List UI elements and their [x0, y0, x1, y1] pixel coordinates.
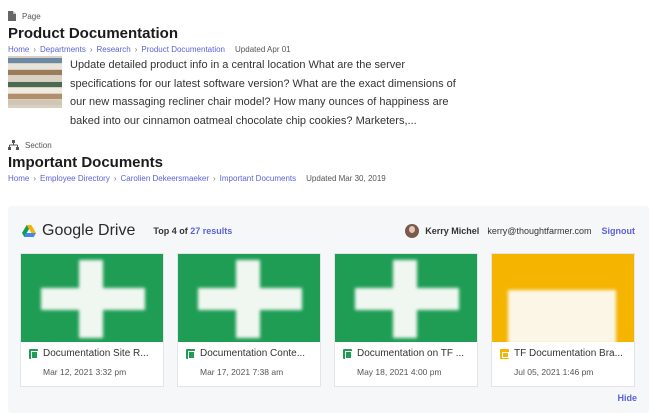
result-type: Section: [8, 139, 386, 151]
page-title[interactable]: Product Documentation: [8, 25, 291, 43]
page-result: Page Product Documentation Home › Depart…: [8, 10, 291, 54]
file-date: Jul 05, 2021 1:46 pm: [514, 367, 594, 377]
user-name: Kerry Michel: [425, 226, 480, 236]
file-preview: [178, 254, 320, 342]
file-date: May 18, 2021 4:00 pm: [357, 367, 442, 377]
page-excerpt: Update detailed product info in a centra…: [70, 59, 456, 127]
result-type-label: Page: [22, 11, 41, 21]
breadcrumb-separator-icon: ›: [212, 174, 216, 183]
section-hierarchy-icon: [8, 140, 19, 150]
presentation-icon: [500, 348, 509, 359]
page-icon: [8, 11, 16, 21]
updated-date: Updated Mar 30, 2019: [306, 174, 386, 183]
file-name-row: TF Documentation Bra...: [500, 348, 630, 359]
file-name[interactable]: Documentation Conte...: [200, 348, 305, 359]
google-drive-title: Google Drive: [42, 222, 136, 239]
file-name-row: Documentation Site R...: [29, 348, 159, 359]
drive-file-card[interactable]: TF Documentation Bra... Jul 05, 2021 1:4…: [491, 253, 635, 387]
drive-file-list: Documentation Site R... Mar 12, 2021 3:3…: [20, 253, 635, 387]
google-drive-header: Google Drive Top 4 of 27 results Kerry M…: [22, 220, 635, 242]
breadcrumb-home[interactable]: Home: [8, 174, 29, 183]
breadcrumb-product-documentation[interactable]: Product Documentation: [141, 45, 225, 54]
user-account: Kerry Michel kerry@thoughtfarmer.com Sig…: [405, 224, 635, 238]
signout-link[interactable]: Signout: [602, 226, 636, 236]
spreadsheet-icon: [186, 348, 195, 359]
google-drive-icon: [22, 225, 36, 237]
user-email: kerry@thoughtfarmer.com: [487, 226, 592, 236]
updated-date: Updated Apr 01: [235, 45, 291, 54]
page-thumbnail: [8, 56, 62, 108]
google-drive-panel: Google Drive Top 4 of 27 results Kerry M…: [8, 206, 649, 413]
breadcrumb-separator-icon: ›: [33, 174, 37, 183]
file-name[interactable]: Documentation Site R...: [43, 348, 149, 359]
breadcrumb-home[interactable]: Home: [8, 45, 29, 54]
file-date: Mar 17, 2021 7:38 am: [200, 367, 284, 377]
section-result: Section Important Documents Home › Emplo…: [8, 139, 386, 183]
breadcrumb-departments[interactable]: Departments: [40, 45, 86, 54]
file-name[interactable]: TF Documentation Bra...: [514, 348, 623, 359]
breadcrumb-employee-directory[interactable]: Employee Directory: [40, 174, 110, 183]
results-summary: Top 4 of 27 results: [153, 226, 232, 236]
result-type-label: Section: [25, 140, 52, 150]
breadcrumb-separator-icon: ›: [113, 174, 117, 183]
file-date: Mar 12, 2021 3:32 pm: [43, 367, 127, 377]
results-link[interactable]: 27 results: [190, 226, 232, 236]
results-prefix: Top 4 of: [153, 226, 188, 236]
drive-file-card[interactable]: Documentation Conte... Mar 17, 2021 7:38…: [177, 253, 321, 387]
file-preview: [492, 254, 634, 342]
breadcrumb-separator-icon: ›: [134, 45, 138, 54]
file-preview: [335, 254, 477, 342]
breadcrumb-person[interactable]: Carolien Dekeersmaeker: [121, 174, 209, 183]
file-name-row: Documentation on TF ...: [343, 348, 473, 359]
breadcrumb-separator-icon: ›: [33, 45, 37, 54]
drive-file-card[interactable]: Documentation on TF ... May 18, 2021 4:0…: [334, 253, 478, 387]
result-type: Page: [8, 10, 291, 22]
hide-button[interactable]: Hide: [617, 393, 637, 403]
file-preview: [21, 254, 163, 342]
breadcrumb-important-documents[interactable]: Important Documents: [220, 174, 296, 183]
spreadsheet-icon: [29, 348, 38, 359]
drive-file-card[interactable]: Documentation Site R... Mar 12, 2021 3:3…: [20, 253, 164, 387]
breadcrumb-separator-icon: ›: [89, 45, 93, 54]
breadcrumb: Home › Departments › Research › Product …: [8, 45, 291, 54]
section-title[interactable]: Important Documents: [8, 154, 386, 172]
file-name-row: Documentation Conte...: [186, 348, 316, 359]
avatar: [405, 224, 420, 238]
spreadsheet-icon: [343, 348, 352, 359]
file-name[interactable]: Documentation on TF ...: [357, 348, 464, 359]
breadcrumb: Home › Employee Directory › Carolien Dek…: [8, 174, 386, 183]
breadcrumb-research[interactable]: Research: [96, 45, 130, 54]
